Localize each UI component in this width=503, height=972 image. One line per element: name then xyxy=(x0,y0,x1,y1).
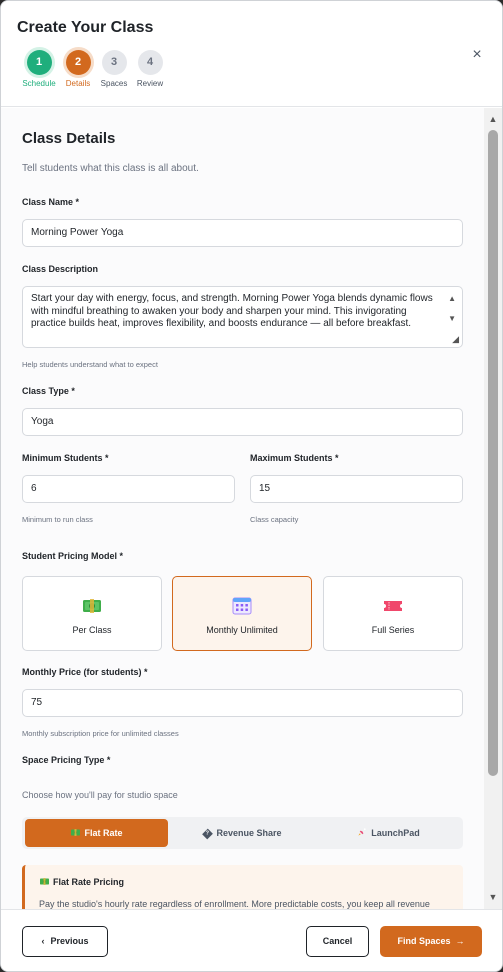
monthly-price-input[interactable]: 75 xyxy=(22,689,463,717)
min-students-label: Minimum Students * xyxy=(22,453,109,463)
min-students-input[interactable]: 6 xyxy=(22,475,235,503)
scroll-up-icon[interactable]: ▲ xyxy=(488,114,498,124)
tab-label: LaunchPad xyxy=(371,828,420,838)
monthly-price-label: Monthly Price (for students) * xyxy=(22,667,148,677)
step-number: 1 xyxy=(26,50,52,75)
space-pricing-tabs: Flat Rate ? Revenue Share LaunchPad xyxy=(22,817,463,849)
money-icon xyxy=(39,877,50,888)
rocket-icon xyxy=(357,820,368,848)
class-type-label: Class Type * xyxy=(22,386,75,396)
max-students-help: Class capacity xyxy=(250,515,299,524)
description-help: Help students understand what to expect xyxy=(22,360,158,369)
step-review[interactable]: 4 Review xyxy=(123,50,177,88)
min-students-help: Minimum to run class xyxy=(22,515,93,524)
max-students-input[interactable]: 15 xyxy=(250,475,463,503)
resize-handle-icon[interactable]: ◢ xyxy=(452,333,459,346)
previous-button[interactable]: ‹ Previous xyxy=(22,926,108,957)
modal-title: Create Your Class xyxy=(17,19,154,36)
glyph: ? xyxy=(206,830,210,837)
tab-launchpad[interactable]: LaunchPad xyxy=(317,819,460,847)
pricing-option-label: Per Class xyxy=(72,625,112,635)
chevron-left-icon: ‹ xyxy=(41,936,45,946)
max-students-label: Maximum Students * xyxy=(250,453,339,463)
scroll-down-icon[interactable]: ▼ xyxy=(488,892,498,902)
class-description-label: Class Description xyxy=(22,264,99,274)
tab-revenue-share[interactable]: ? Revenue Share xyxy=(171,819,314,847)
cancel-button[interactable]: Cancel xyxy=(306,926,369,957)
textarea-scroll-down-icon[interactable]: ▼ xyxy=(448,313,456,326)
flat-rate-info-box: Flat Rate Pricing Pay the studio's hourl… xyxy=(22,865,463,909)
find-spaces-label: Find Spaces xyxy=(397,936,451,946)
space-pricing-subtitle: Choose how you'll pay for studio space xyxy=(22,790,178,800)
class-description-text: Start your day with energy, focus, and s… xyxy=(31,293,433,329)
pricing-option-per-class[interactable]: Per Class xyxy=(22,576,162,651)
close-icon[interactable]: × xyxy=(467,45,487,65)
space-pricing-label: Space Pricing Type * xyxy=(22,755,111,765)
textarea-scroll-up-icon[interactable]: ▲ xyxy=(448,293,456,306)
scrollbar[interactable]: ▲ ▼ xyxy=(484,108,502,909)
class-type-input[interactable]: Yoga xyxy=(22,408,463,436)
find-spaces-button[interactable]: Find Spaces → xyxy=(380,926,482,957)
section-subtitle: Tell students what this class is all abo… xyxy=(22,163,199,174)
tab-label: Revenue Share xyxy=(216,828,282,838)
unknown-glyph-icon: ? xyxy=(202,828,214,839)
monthly-price-help: Monthly subscription price for unlimited… xyxy=(22,729,179,738)
previous-label: Previous xyxy=(50,936,89,946)
modal-footer: ‹ Previous Cancel Find Spaces → xyxy=(1,909,502,971)
scrollbar-thumb[interactable] xyxy=(488,130,498,776)
money-icon xyxy=(23,597,161,615)
pricing-option-label: Monthly Unlimited xyxy=(206,625,278,635)
arrow-right-icon: → xyxy=(455,936,465,946)
section-title: Class Details xyxy=(22,130,116,147)
calendar-icon xyxy=(173,597,311,615)
pricing-option-full-series[interactable]: Full Series xyxy=(323,576,463,651)
modal-header: Create Your Class 1 Schedule 2 Details 3… xyxy=(1,1,502,107)
money-icon xyxy=(70,820,81,848)
class-name-input[interactable]: Morning Power Yoga xyxy=(22,219,463,247)
pricing-option-monthly-unlimited[interactable]: Monthly Unlimited xyxy=(172,576,312,651)
pricing-option-label: Full Series xyxy=(371,625,415,635)
class-description-textarea[interactable]: Start your day with energy, focus, and s… xyxy=(22,286,463,348)
info-title-text: Flat Rate Pricing xyxy=(53,877,125,887)
ticket-icon xyxy=(324,597,462,615)
tab-label: Flat Rate xyxy=(84,828,123,838)
step-label: Review xyxy=(136,79,164,88)
class-name-label: Class Name * xyxy=(22,197,80,207)
pricing-model-label: Student Pricing Model * xyxy=(22,551,124,561)
info-title: Flat Rate Pricing xyxy=(39,877,124,888)
tab-flat-rate[interactable]: Flat Rate xyxy=(25,819,168,847)
modal-body: Class Details Tell students what this cl… xyxy=(1,108,484,909)
step-number: 4 xyxy=(137,50,163,75)
create-class-modal: Create Your Class 1 Schedule 2 Details 3… xyxy=(0,0,503,972)
info-text: Pay the studio's hourly rate regardless … xyxy=(39,899,430,909)
